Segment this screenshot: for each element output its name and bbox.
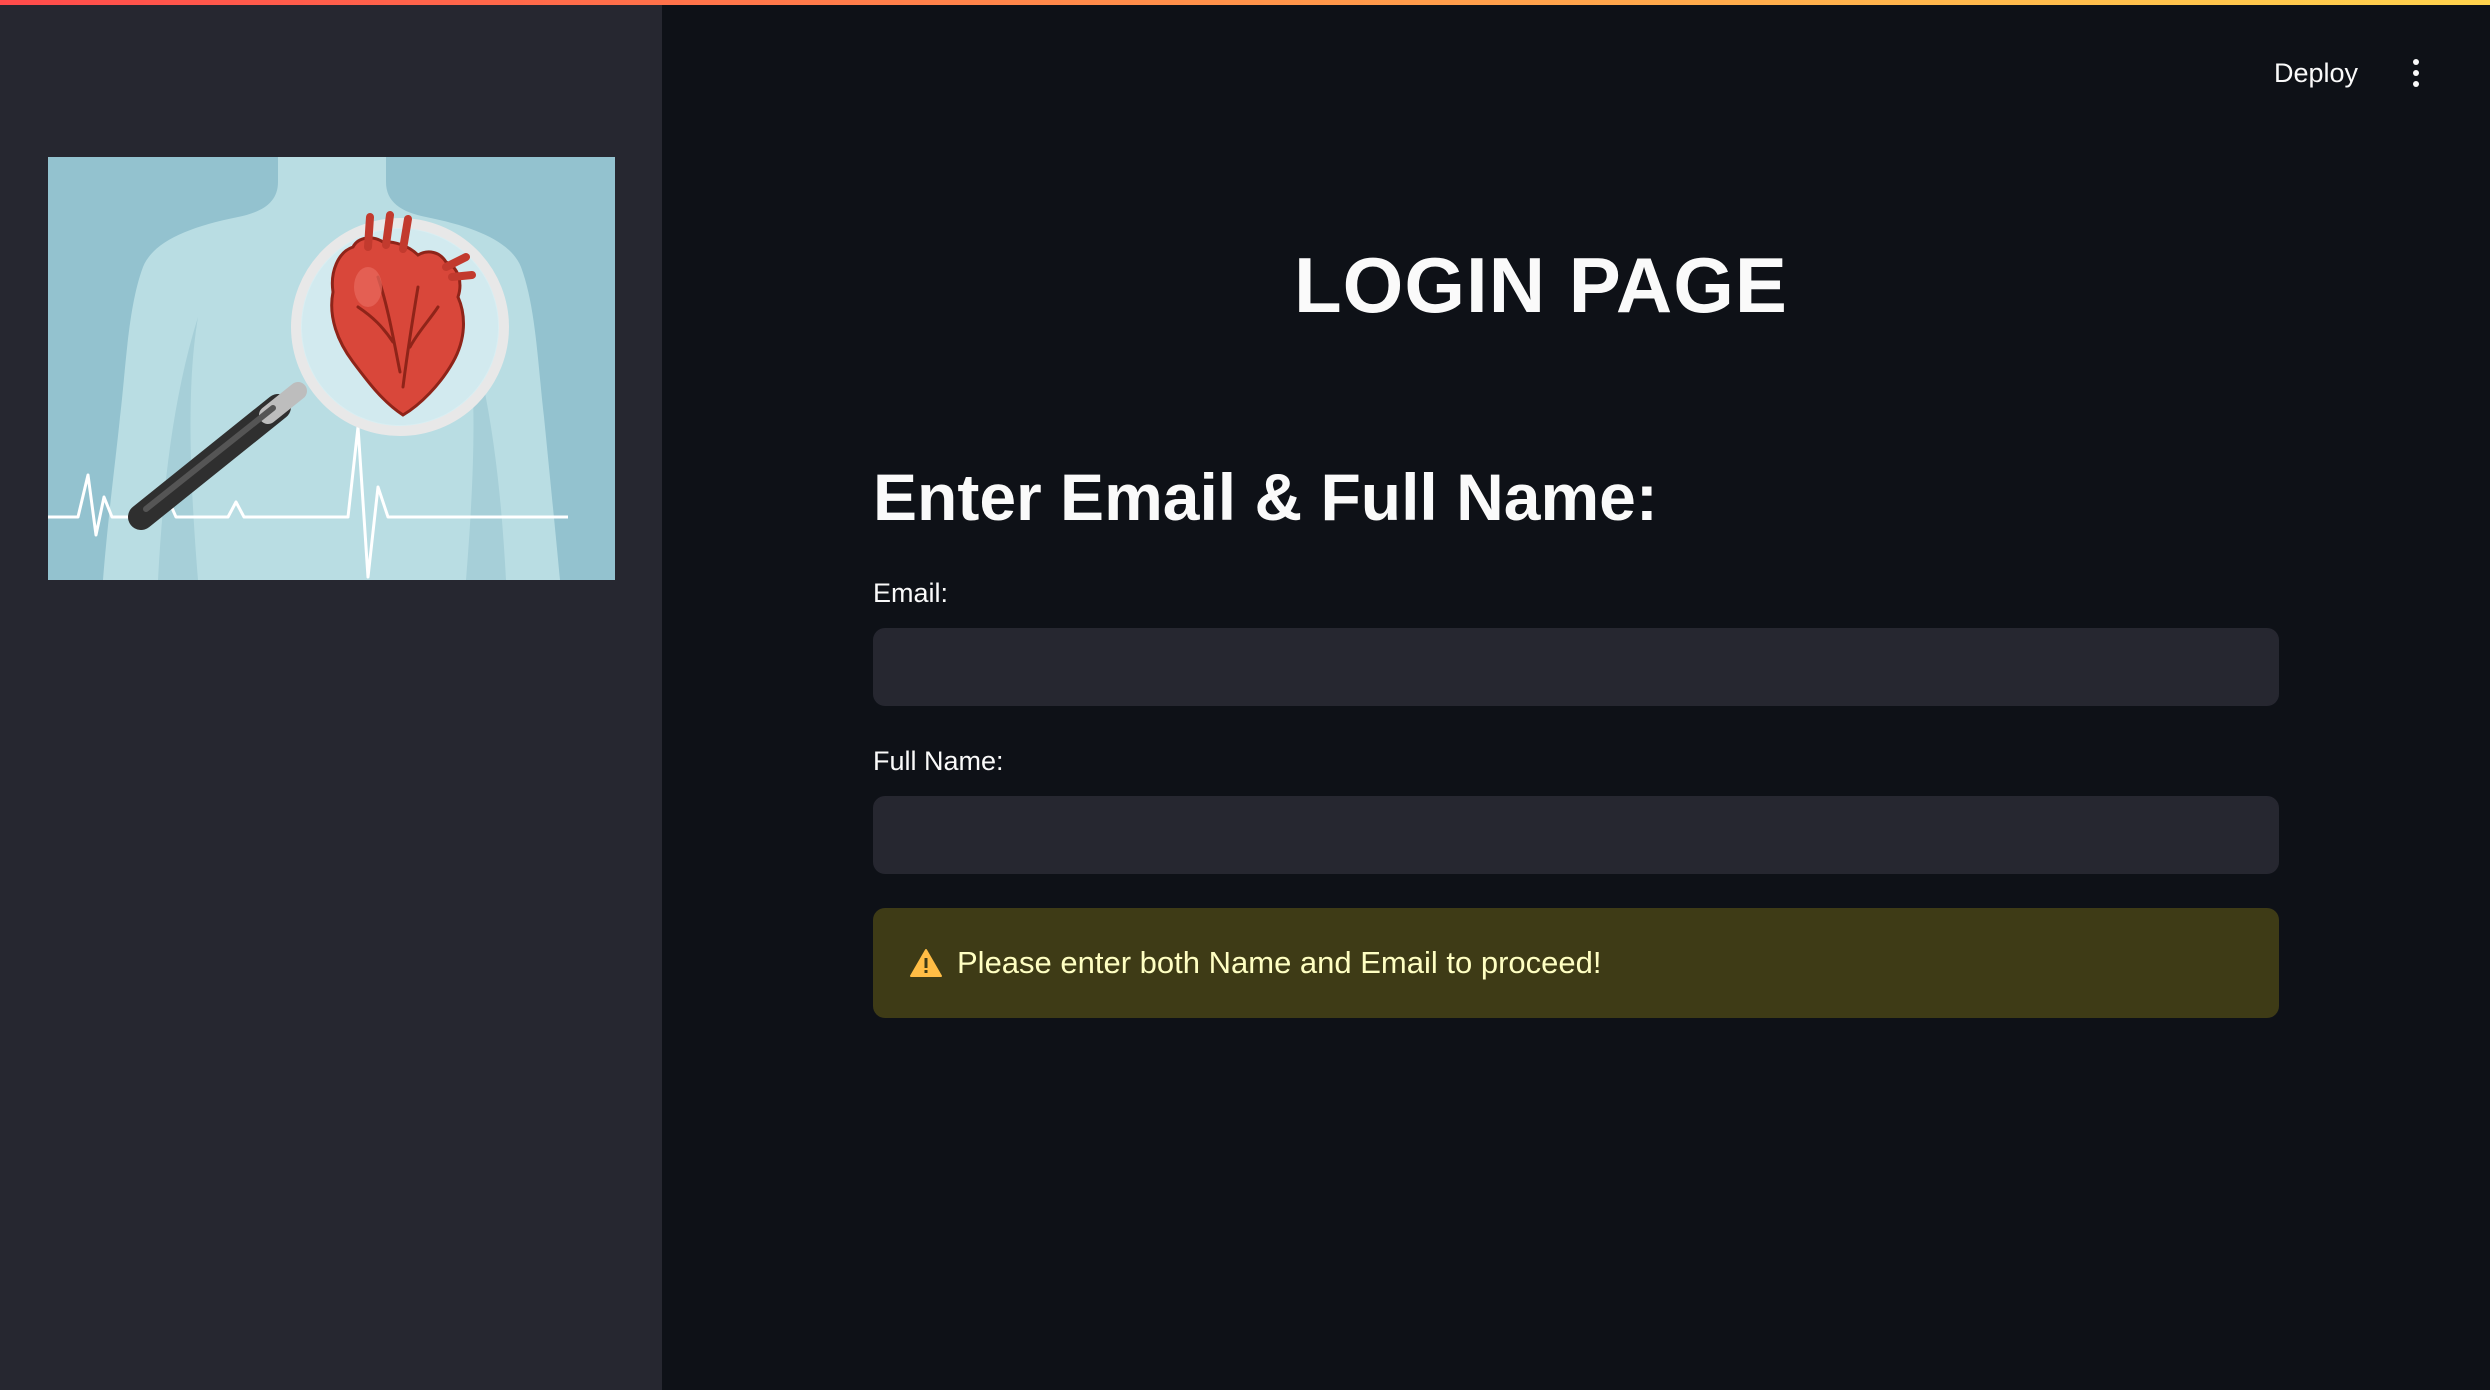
top-decoration-bar [0,0,2490,5]
vertical-dots-icon[interactable] [2396,50,2436,96]
email-label: Email: [873,578,949,608]
sidebar [0,0,662,1390]
menu-dot [2413,70,2419,76]
deploy-button[interactable]: Deploy [2262,50,2370,96]
warning-text: Please enter both Name and Email to proc… [957,945,1602,980]
form-subheader: Enter Email & Full Name: [873,460,1658,534]
email-input[interactable] [873,628,2279,706]
warning-triangle-icon [909,948,943,978]
page-title: LOGIN PAGE [1294,241,1788,329]
sidebar-heart-illustration [48,157,615,580]
menu-dot [2413,81,2419,87]
full-name-label: Full Name: [873,746,1004,776]
menu-dot [2413,59,2419,65]
full-name-input[interactable] [873,796,2279,874]
warning-alert: Please enter both Name and Email to proc… [873,908,2279,1018]
heart-magnifier-illustration [48,157,615,580]
